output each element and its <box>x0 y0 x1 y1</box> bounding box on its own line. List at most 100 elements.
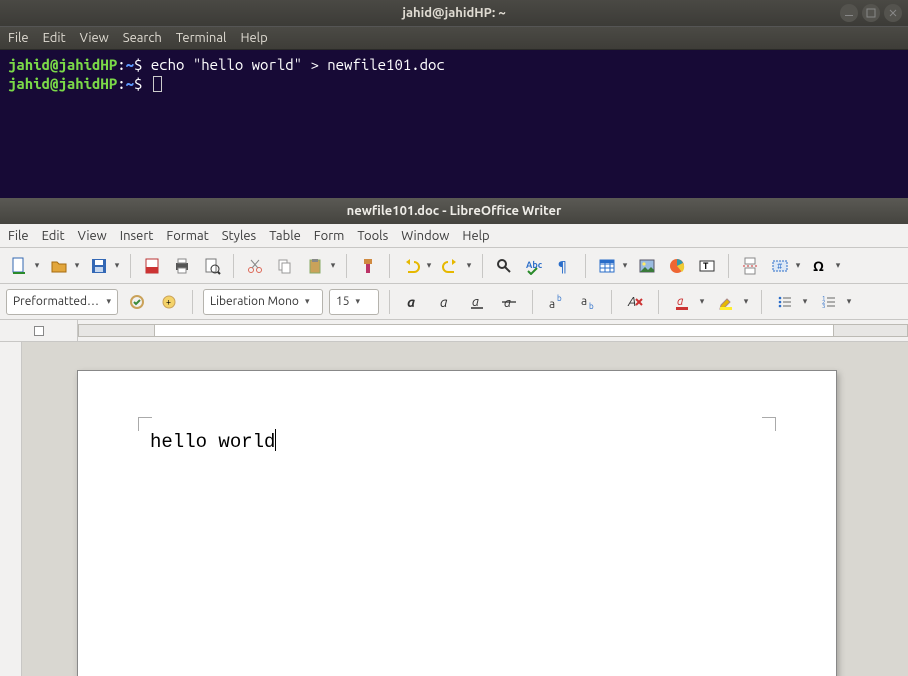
chevron-down-icon: ▾ <box>356 296 361 307</box>
save-dropdown[interactable]: ▾ <box>112 253 122 279</box>
insert-table-button[interactable] <box>594 253 620 279</box>
formatting-marks-button[interactable]: ¶ <box>551 253 577 279</box>
insert-image-button[interactable] <box>634 253 660 279</box>
new-document-dropdown[interactable]: ▾ <box>32 253 42 279</box>
new-document-button[interactable] <box>6 253 32 279</box>
undo-dropdown[interactable]: ▾ <box>424 253 434 279</box>
terminal-menu-view[interactable]: View <box>80 31 109 45</box>
lowriter-menu-help[interactable]: Help <box>462 229 489 243</box>
cut-button[interactable] <box>242 253 268 279</box>
paste-button[interactable] <box>302 253 328 279</box>
insert-table-dropdown[interactable]: ▾ <box>620 253 630 279</box>
lowriter-menu-format[interactable]: Format <box>166 229 208 243</box>
prompt-dollar: $ <box>134 56 142 73</box>
terminal-body[interactable]: jahid@jahidHP:~$ echo "hello world" > ne… <box>0 50 908 198</box>
copy-button[interactable] <box>272 253 298 279</box>
numbered-list-button[interactable]: 123 <box>816 289 842 315</box>
toolbar-separator <box>233 254 234 278</box>
find-replace-button[interactable] <box>491 253 517 279</box>
subscript-button[interactable]: ab <box>575 289 601 315</box>
vertical-ruler[interactable] <box>0 342 22 676</box>
paragraph-style-value: Preformatted Text <box>13 295 100 308</box>
close-button[interactable] <box>884 4 902 22</box>
lowriter-menu-tools[interactable]: Tools <box>357 229 388 243</box>
document-page[interactable]: hello world <box>77 370 837 676</box>
page-margin-corner-icon <box>138 417 152 431</box>
lowriter-menu-window[interactable]: Window <box>401 229 449 243</box>
numbered-list-dropdown[interactable]: ▾ <box>844 289 854 315</box>
svg-text:b: b <box>589 302 594 311</box>
terminal-menu-terminal[interactable]: Terminal <box>176 31 227 45</box>
font-size-combo[interactable]: 15▾ <box>329 289 379 315</box>
export-pdf-button[interactable] <box>139 253 165 279</box>
lowriter-menu-insert[interactable]: Insert <box>120 229 154 243</box>
lowriter-menu-file[interactable]: File <box>8 229 29 243</box>
font-color-button[interactable]: a <box>669 289 695 315</box>
terminal-menu-search[interactable]: Search <box>123 31 162 45</box>
insert-textbox-button[interactable]: T <box>694 253 720 279</box>
minimize-button[interactable] <box>840 4 858 22</box>
superscript-button[interactable]: ab <box>543 289 569 315</box>
svg-text:a: a <box>677 295 684 308</box>
save-button[interactable] <box>86 253 112 279</box>
bullet-list-button[interactable] <box>772 289 798 315</box>
redo-button[interactable] <box>438 253 464 279</box>
paragraph-style-combo[interactable]: Preformatted Text ▾ <box>6 289 118 315</box>
update-style-button[interactable] <box>124 289 150 315</box>
font-color-dropdown[interactable]: ▾ <box>697 289 707 315</box>
terminal-menu-file[interactable]: File <box>8 31 29 45</box>
new-style-button[interactable]: + <box>156 289 182 315</box>
underline-button[interactable]: a <box>464 289 490 315</box>
bold-button[interactable]: a <box>400 289 426 315</box>
insert-field-button[interactable]: # <box>767 253 793 279</box>
paste-dropdown[interactable]: ▾ <box>328 253 338 279</box>
open-dropdown[interactable]: ▾ <box>72 253 82 279</box>
svg-text:#: # <box>777 262 782 271</box>
svg-text:T: T <box>703 261 709 271</box>
font-name-combo[interactable]: Liberation Mono ▾ <box>203 289 323 315</box>
bullet-list-dropdown[interactable]: ▾ <box>800 289 810 315</box>
highlight-button[interactable] <box>713 289 739 315</box>
clear-formatting-button[interactable]: A <box>622 289 648 315</box>
italic-button[interactable]: a <box>432 289 458 315</box>
strikethrough-button[interactable]: a <box>496 289 522 315</box>
insert-field-dropdown[interactable]: ▾ <box>793 253 803 279</box>
insert-page-break-button[interactable] <box>737 253 763 279</box>
document-scroll[interactable]: hello world <box>22 342 908 676</box>
lowriter-menu-edit[interactable]: Edit <box>42 229 65 243</box>
insert-chart-button[interactable] <box>664 253 690 279</box>
toolbar-separator <box>130 254 131 278</box>
svg-text:Ω: Ω <box>813 258 824 274</box>
undo-button[interactable] <box>398 253 424 279</box>
horizontal-ruler[interactable] <box>78 320 908 341</box>
lowriter-menu-table[interactable]: Table <box>269 229 301 243</box>
chevron-down-icon: ▾ <box>106 296 111 307</box>
spellcheck-button[interactable]: Abc <box>521 253 547 279</box>
standard-toolbar: ▾ ▾ ▾ ▾ ▾ ▾ Abc ¶ ▾ T # ▾ Ω ▾ <box>0 248 908 284</box>
lowriter-menu-styles[interactable]: Styles <box>222 229 256 243</box>
prompt-user: jahid <box>8 75 50 92</box>
font-name-value: Liberation Mono <box>210 295 299 308</box>
terminal-menu-help[interactable]: Help <box>240 31 267 45</box>
insert-special-char-button[interactable]: Ω <box>807 253 833 279</box>
print-button[interactable] <box>169 253 195 279</box>
chevron-down-icon: ▾ <box>305 296 310 307</box>
terminal-menu-edit[interactable]: Edit <box>43 31 66 45</box>
lowriter-window: newfile101.doc - LibreOffice Writer File… <box>0 198 908 676</box>
open-button[interactable] <box>46 253 72 279</box>
redo-dropdown[interactable]: ▾ <box>464 253 474 279</box>
toolbar-separator <box>482 254 483 278</box>
lowriter-menu-view[interactable]: View <box>78 229 107 243</box>
highlight-dropdown[interactable]: ▾ <box>741 289 751 315</box>
print-preview-button[interactable] <box>199 253 225 279</box>
lowriter-menu-form[interactable]: Form <box>314 229 345 243</box>
insert-special-dropdown[interactable]: ▾ <box>833 253 843 279</box>
horizontal-ruler-area <box>0 320 908 342</box>
toolbar-separator <box>585 254 586 278</box>
svg-text:a: a <box>472 295 479 309</box>
maximize-button[interactable] <box>862 4 880 22</box>
formatting-toolbar: Preformatted Text ▾ + Liberation Mono ▾ 15… <box>0 284 908 320</box>
lowriter-titlebar: newfile101.doc - LibreOffice Writer <box>0 198 908 224</box>
clone-formatting-button[interactable] <box>355 253 381 279</box>
terminal-window: jahid@jahidHP: ~ File Edit View Search T… <box>0 0 908 198</box>
